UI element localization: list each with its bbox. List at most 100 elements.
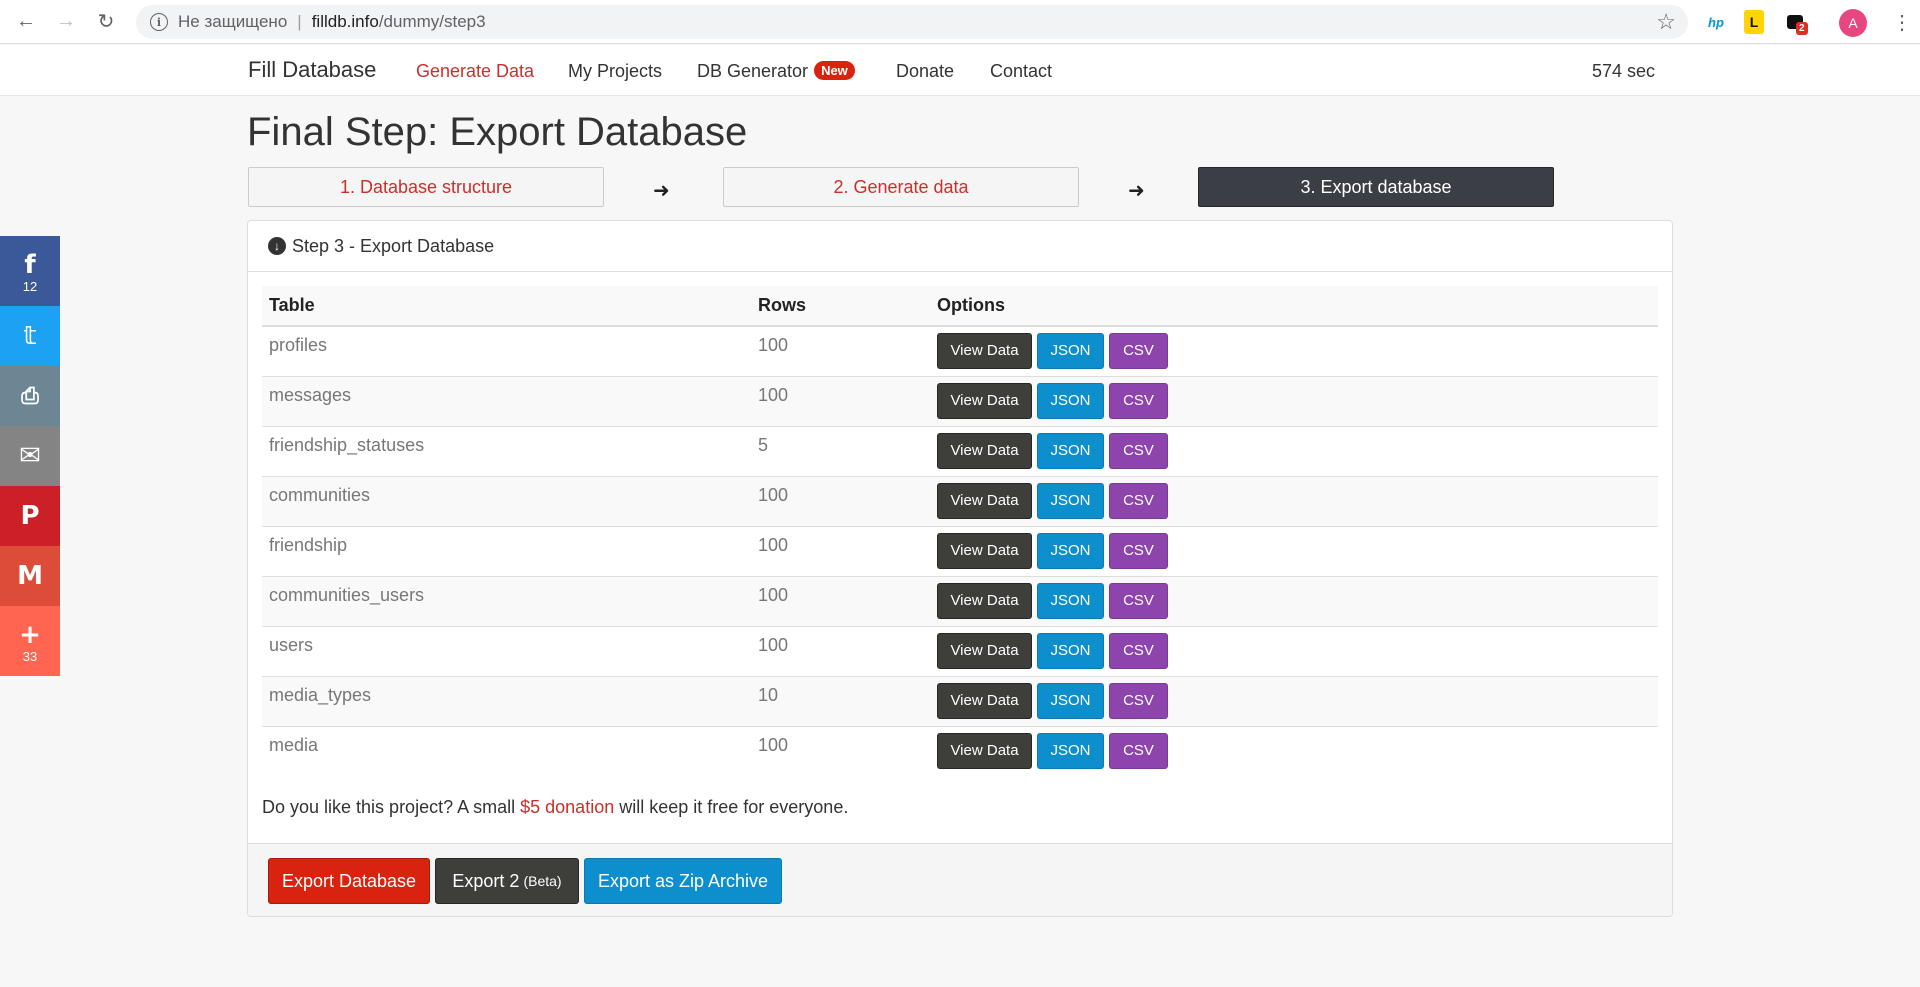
table-name-cell: messages [262,375,751,426]
hp-extension-icon[interactable]: hp [1704,10,1728,34]
table-row: profiles 100 View Data JSON CSV [262,325,1658,376]
arrow-right-icon: ➜ [1128,180,1145,202]
csv-button[interactable]: CSV [1109,333,1168,369]
options-cell: View Data JSON CSV [930,425,1658,476]
column-header-table: Table [262,286,751,327]
view-data-button[interactable]: View Data [937,382,1032,419]
csv-button[interactable]: CSV [1109,482,1168,519]
json-button[interactable]: JSON [1037,432,1104,469]
profile-avatar[interactable]: A [1839,9,1867,37]
options-cell: View Data JSON CSV [930,525,1658,576]
view-data-button[interactable]: View Data [937,682,1032,719]
l-extension-icon[interactable]: L [1744,10,1764,34]
url-path: /dummy/step3 [378,12,486,31]
reload-icon[interactable]: ↻ [86,2,126,42]
table-name-cell: communities [262,475,751,526]
bookmark-star-icon[interactable]: ☆ [1656,9,1676,35]
email-icon: ✉ [19,441,41,471]
view-data-button[interactable]: View Data [937,532,1032,569]
export-zip-button[interactable]: Export as Zip Archive [584,858,782,904]
facebook-share-button[interactable]: f 12 [0,236,60,306]
json-button[interactable]: JSON [1037,682,1104,719]
view-data-button[interactable]: View Data [937,582,1032,619]
forward-icon[interactable]: → [46,2,86,42]
export-2-beta-button[interactable]: Export 2 (Beta) [435,858,579,904]
json-button[interactable]: JSON [1037,482,1104,519]
csv-button[interactable]: CSV [1109,682,1168,719]
csv-button[interactable]: CSV [1109,632,1168,669]
extension-icon[interactable]: 2 [1784,10,1808,35]
more-share-button[interactable]: + 33 [0,606,60,676]
panel-heading-text: Step 3 - Export Database [292,235,495,256]
brand-link[interactable]: Fill Database [248,57,376,83]
pinterest-icon: P [20,501,40,531]
table-row: users 100 View Data JSON CSV [262,625,1658,676]
panel-heading: ↓ Step 3 - Export Database [248,221,1672,272]
panel-footer: Export Database Export 2 (Beta) Export as… [248,843,1672,916]
view-data-button[interactable]: View Data [937,732,1032,769]
json-button[interactable]: JSON [1037,632,1104,669]
print-button[interactable]: ⎙ [0,366,60,426]
view-data-button[interactable]: View Data [937,632,1032,669]
column-header-options: Options [930,286,1658,327]
download-circle-icon: ↓ [268,237,286,255]
table-name-cell: profiles [262,325,751,376]
arrow-right-icon: ➜ [653,180,670,202]
back-icon[interactable]: ← [6,2,46,42]
step-3-button[interactable]: 3. Export database [1198,167,1554,207]
json-button[interactable]: JSON [1037,582,1104,619]
export-panel: ↓ Step 3 - Export Database Table Rows Op… [247,220,1673,917]
browser-toolbar: ← → ↻ i Не защищено | filldb.info/dummy/… [0,0,1920,44]
email-share-button[interactable]: ✉ [0,426,60,486]
info-icon[interactable]: i [150,13,168,31]
table-name-cell: media_types [262,675,751,726]
nav-contact[interactable]: Contact [990,61,1052,82]
twitter-share-button[interactable]: 𝕥 [0,306,60,366]
row-count-cell: 100 [751,575,930,626]
export-database-button[interactable]: Export Database [268,858,430,904]
options-cell: View Data JSON CSV [930,675,1658,726]
options-cell: View Data JSON CSV [930,625,1658,676]
options-cell: View Data JSON CSV [930,375,1658,426]
donate-link[interactable]: $5 donation [520,797,614,817]
json-button[interactable]: JSON [1037,532,1104,569]
gmail-share-button[interactable]: M [0,546,60,606]
column-header-rows: Rows [751,286,930,327]
donate-suffix: will keep it free for everyone. [614,797,849,817]
json-button[interactable]: JSON [1037,382,1104,419]
nav-generate-data[interactable]: Generate Data [416,61,534,82]
new-badge: New [814,61,855,80]
address-bar[interactable]: i Не защищено | filldb.info/dummy/step3 … [136,5,1688,39]
step-1-button[interactable]: 1. Database structure [248,167,604,207]
json-button[interactable]: JSON [1037,333,1104,369]
json-button[interactable]: JSON [1037,732,1104,769]
row-count-cell: 100 [751,475,930,526]
export-2-label: Export 2 [452,870,520,891]
table-row: communities 100 View Data JSON CSV [262,475,1658,526]
step-2-button[interactable]: 2. Generate data [723,167,1079,207]
view-data-button[interactable]: View Data [937,333,1032,369]
csv-button[interactable]: CSV [1109,732,1168,769]
table-name-cell: media [262,725,751,776]
view-data-button[interactable]: View Data [937,432,1032,469]
csv-button[interactable]: CSV [1109,582,1168,619]
csv-button[interactable]: CSV [1109,532,1168,569]
pinterest-share-button[interactable]: P [0,486,60,546]
options-cell: View Data JSON CSV [930,475,1658,526]
nav-my-projects[interactable]: My Projects [568,61,662,82]
total-share-count: 33 [22,648,38,664]
view-data-button[interactable]: View Data [937,482,1032,519]
options-cell: View Data JSON CSV [930,725,1658,776]
table-row: communities_users 100 View Data JSON CSV [262,575,1658,626]
url-separator: | [297,12,302,31]
social-share-bar: f 12 𝕥 ⎙ ✉ P M + 33 [0,236,60,676]
csv-button[interactable]: CSV [1109,432,1168,469]
page-title: Final Step: Export Database [247,110,748,154]
nav-donate[interactable]: Donate [896,61,954,82]
browser-menu-icon[interactable]: ⋮ [1892,10,1912,35]
tables-table: Table Rows Options profiles 100 View Data J… [262,286,1658,776]
csv-button[interactable]: CSV [1109,382,1168,419]
plus-icon: + [19,619,41,650]
nav-db-generator[interactable]: DB Generator New [697,61,855,82]
site-navbar: Fill Database Generate Data My Projects … [0,45,1920,96]
